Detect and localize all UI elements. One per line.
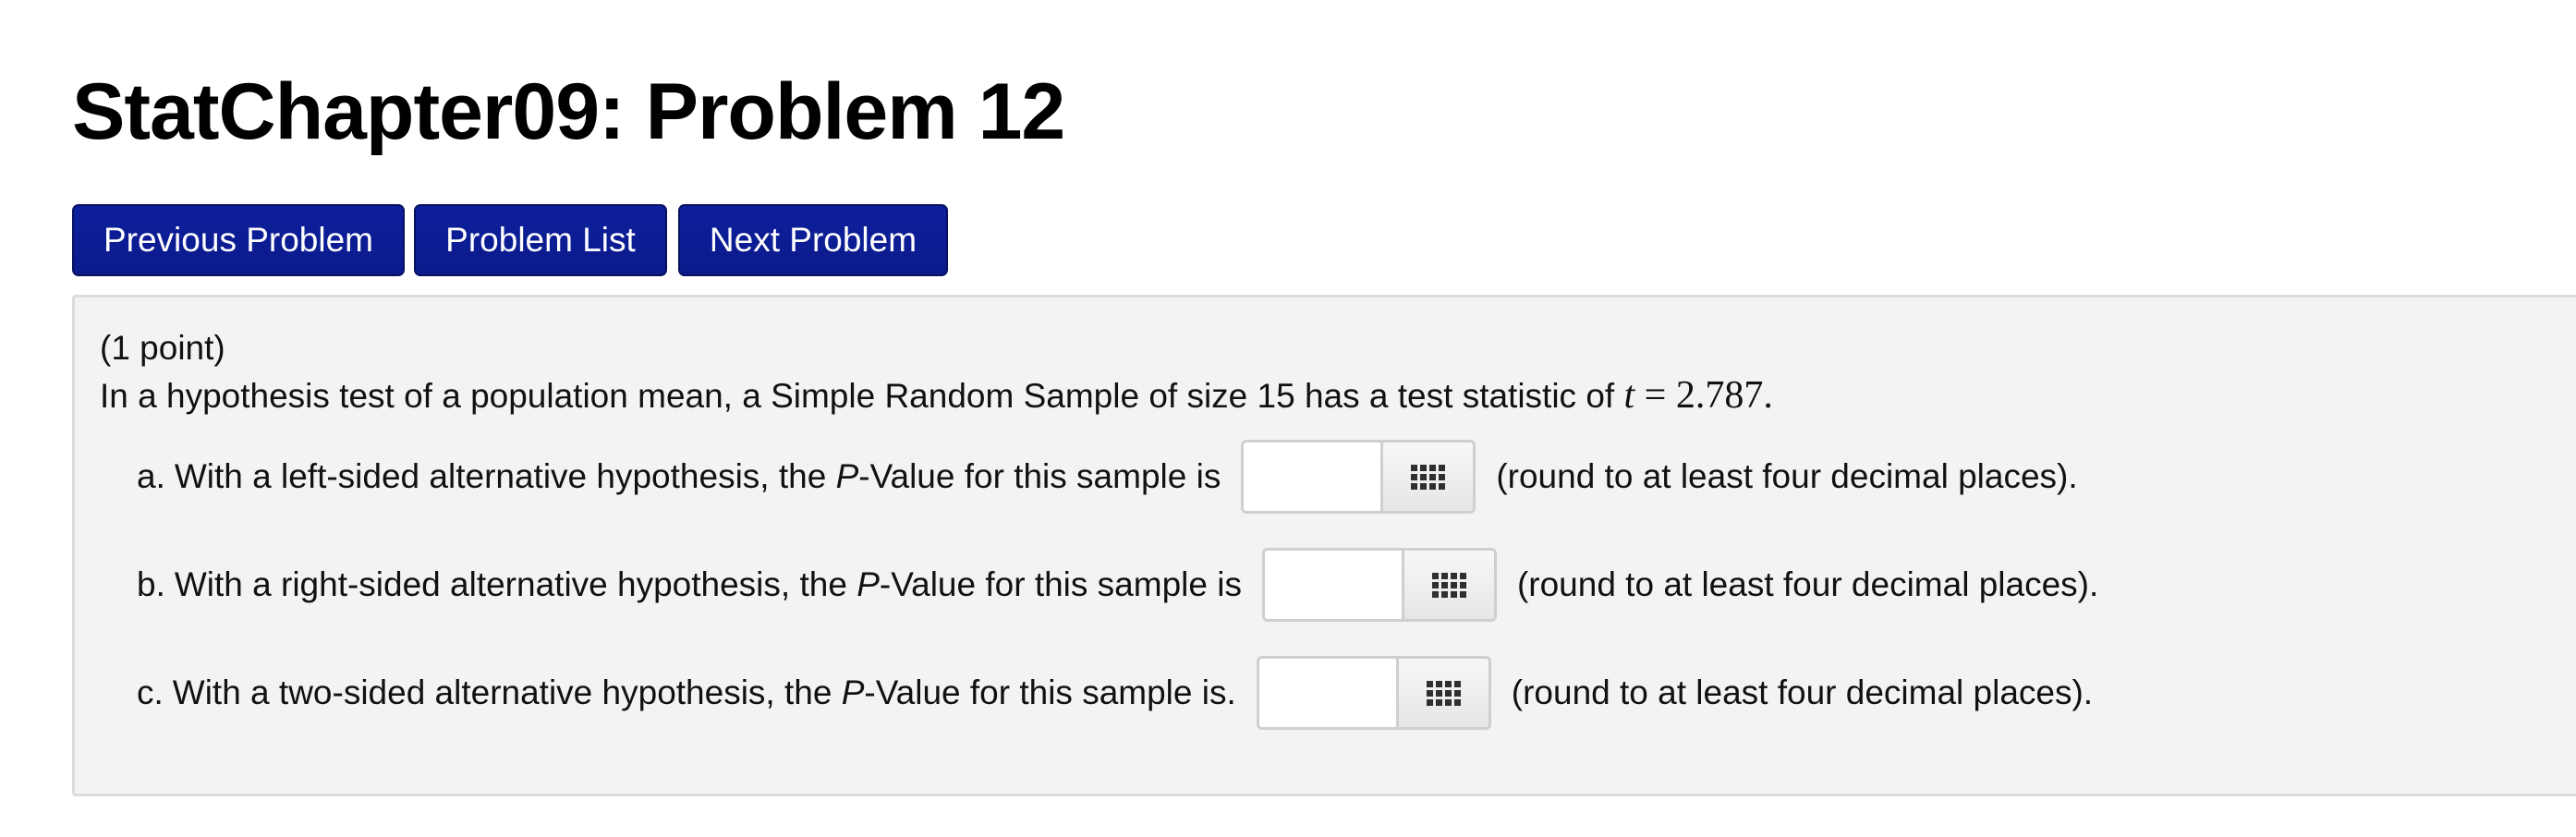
answer-input-a[interactable]	[1244, 443, 1381, 511]
problem-nav: Previous Problem Problem List Next Probl…	[72, 204, 948, 276]
statement-text: In a hypothesis test of a population mea…	[100, 377, 1615, 415]
part-b: b. With a right-sided alternative hypoth…	[137, 547, 2098, 623]
part-prefix: With a right-sided alternative hypothesi…	[174, 565, 847, 603]
part-suffix: -Value for this sample is	[879, 565, 1242, 603]
problem-statement: In a hypothesis test of a population mea…	[100, 372, 1773, 419]
p-symbol: P	[835, 457, 859, 495]
problem-points: (1 point)	[100, 329, 225, 367]
test-statistic: t = 2.787.	[1623, 374, 1772, 417]
part-prefix: With a left-sided alternative hypothesis…	[174, 457, 827, 495]
statistic-variable: t	[1623, 374, 1635, 417]
part-letter: c.	[137, 673, 164, 711]
page: StatChapter09: Problem 12 Previous Probl…	[0, 0, 2576, 837]
rounding-hint: (round to at least four decimal places).	[1511, 673, 2094, 711]
part-prefix: With a two-sided alternative hypothesis,…	[172, 673, 832, 711]
part-letter: b.	[137, 565, 165, 603]
next-problem-button[interactable]: Next Problem	[678, 204, 948, 276]
part-suffix: -Value for this sample is	[858, 457, 1221, 495]
answer-group-b	[1261, 548, 1497, 622]
answer-group-a	[1241, 440, 1476, 514]
answer-input-c[interactable]	[1258, 659, 1396, 727]
page-title: StatChapter09: Problem 12	[72, 67, 1065, 156]
equation-palette-button-c[interactable]	[1395, 659, 1488, 727]
grid-icon	[1431, 572, 1466, 598]
problem-box: (1 point) In a hypothesis test of a popu…	[72, 295, 2576, 796]
p-symbol: P	[841, 673, 865, 711]
answer-group-c	[1256, 656, 1491, 730]
previous-problem-button[interactable]: Previous Problem	[72, 204, 405, 276]
problem-list-button[interactable]: Problem List	[414, 204, 667, 276]
answer-input-b[interactable]	[1264, 551, 1402, 619]
equation-palette-button-a[interactable]	[1380, 443, 1474, 511]
part-letter: a.	[137, 457, 165, 495]
part-suffix: -Value for this sample is.	[864, 673, 1236, 711]
grid-icon	[1411, 464, 1446, 490]
part-a: a. With a left-sided alternative hypothe…	[137, 439, 2078, 515]
rounding-hint: (round to at least four decimal places).	[1496, 457, 2078, 495]
part-c: c. With a two-sided alternative hypothes…	[137, 655, 2093, 731]
grid-icon	[1426, 680, 1461, 706]
rounding-hint: (round to at least four decimal places).	[1516, 565, 2099, 603]
statistic-value: = 2.787.	[1634, 374, 1773, 417]
equation-palette-button-b[interactable]	[1401, 551, 1494, 619]
p-symbol: P	[857, 565, 880, 603]
